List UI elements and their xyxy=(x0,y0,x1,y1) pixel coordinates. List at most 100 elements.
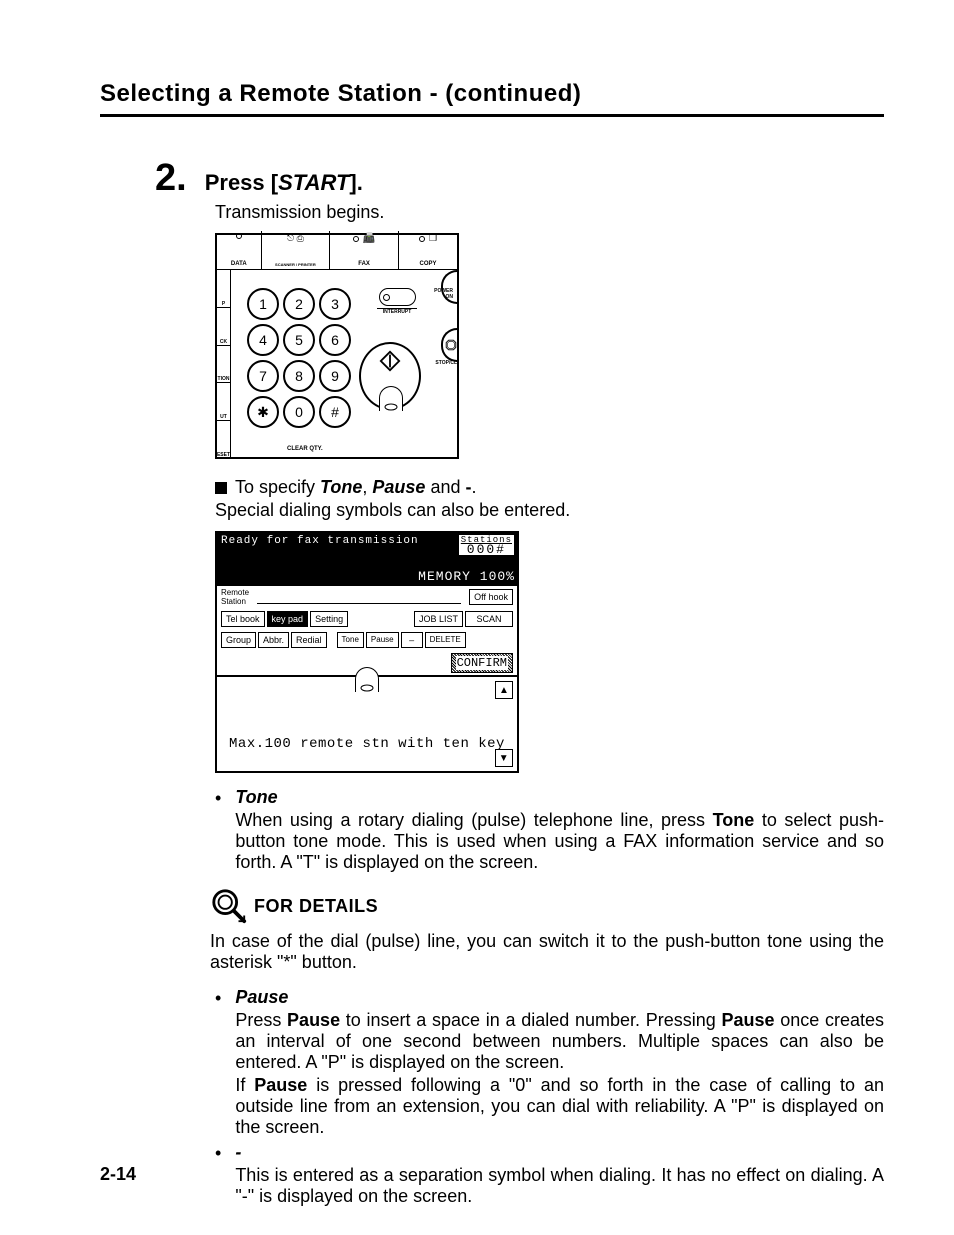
led-icon xyxy=(419,236,425,242)
start-diamond-icon xyxy=(379,350,401,372)
stop-label: STOP/CL xyxy=(435,360,457,366)
lcd-row-tabs: Tel book key pad Setting JOB LIST SCAN xyxy=(217,609,517,630)
key-6[interactable]: 6 xyxy=(319,324,351,356)
pause-bold-2: Pause xyxy=(721,1010,774,1030)
offhook-button[interactable]: Off hook xyxy=(469,589,513,605)
dash-bullet: • - This is entered as a separation symb… xyxy=(215,1142,884,1207)
key-4[interactable]: 4 xyxy=(247,324,279,356)
lcd-remote-row: RemoteStation Off hook xyxy=(217,585,517,609)
led-icon xyxy=(353,236,359,242)
instr-suffix: ]. xyxy=(349,170,362,195)
key-2[interactable]: 2 xyxy=(283,288,315,320)
tone-bold: Tone xyxy=(713,810,755,830)
t: If xyxy=(235,1075,254,1095)
abbr-button[interactable]: Abbr. xyxy=(258,632,289,648)
lcd-message-area: Max.100 remote stn with ten key ▼ xyxy=(217,717,517,771)
lcd-max-message: Max.100 remote stn with ten key xyxy=(229,736,505,752)
key-8[interactable]: 8 xyxy=(283,360,315,392)
keypad-top-row: DATA ⎋ ⎙ SCANNER / PRINTER 📠 FAX ❐ COPY xyxy=(217,235,457,270)
interrupt-button[interactable] xyxy=(379,288,416,306)
specify-prefix: To specify xyxy=(235,477,320,497)
pause-body-1: Press Pause to insert a space in a diale… xyxy=(235,1010,884,1073)
lcd-thumb-icon xyxy=(355,667,379,692)
delete-button[interactable]: DELETE xyxy=(425,632,466,648)
key-0[interactable]: 0 xyxy=(283,396,315,428)
redial-button[interactable]: Redial xyxy=(291,632,327,648)
group-button[interactable]: Group xyxy=(221,632,256,648)
comma: , xyxy=(362,477,372,497)
keypad-grid: 1 2 3 4 5 6 7 8 9 ✱ 0 # xyxy=(247,288,347,424)
lcd-ready-text: Ready for fax transmission xyxy=(221,535,419,547)
tone-word: Tone xyxy=(320,477,362,497)
interrupt-group: INTERRUPT xyxy=(377,288,417,315)
copy-label: COPY xyxy=(419,261,436,267)
scroll-up-button[interactable]: ▲ xyxy=(495,681,513,699)
key-9[interactable]: 9 xyxy=(319,360,351,392)
left-tab: ESET xyxy=(217,421,231,458)
remote-station-label: RemoteStation xyxy=(221,588,249,606)
key-hash[interactable]: # xyxy=(319,396,351,428)
section-title: Selecting a Remote Station - (continued) xyxy=(100,80,884,117)
tone-label: Tone xyxy=(235,787,277,807)
square-bullet-icon xyxy=(215,482,227,494)
lcd-row-dial-buttons: Group Abbr. Redial Tone Pause – DELETE xyxy=(217,630,517,651)
telbook-button[interactable]: Tel book xyxy=(221,611,265,627)
scanner-label: SCANNER / PRINTER xyxy=(275,262,316,267)
scroll-down-button[interactable]: ▼ xyxy=(495,749,513,767)
left-tab: P xyxy=(217,270,231,308)
pause-body-2: If Pause is pressed following a "0" and … xyxy=(235,1075,884,1138)
details-body: In case of the dial (pulse) line, you ca… xyxy=(210,931,884,973)
lcd-figure: Ready for fax transmission Stations 000#… xyxy=(215,531,519,773)
dash-body: This is entered as a separation symbol w… xyxy=(235,1165,884,1207)
clear-qty-label: CLEAR QTY. xyxy=(287,446,323,452)
remote-input-line[interactable] xyxy=(257,591,461,604)
keypad-figure: DATA ⎋ ⎙ SCANNER / PRINTER 📠 FAX ❐ COPY … xyxy=(215,233,459,459)
step-number: 2. xyxy=(155,157,187,200)
instr-prefix: Press [ xyxy=(205,170,278,195)
joblist-button[interactable]: JOB LIST xyxy=(414,611,463,627)
lcd-stations-box: Stations 000# xyxy=(458,534,515,556)
keypad-button[interactable]: key pad xyxy=(267,611,309,627)
dash-label: - xyxy=(235,1142,241,1162)
copy-icon: ❐ xyxy=(429,233,437,244)
left-tab: TION xyxy=(217,346,231,384)
left-tab: CK xyxy=(217,308,231,346)
left-tab: UT xyxy=(217,383,231,421)
scan-button[interactable]: SCAN xyxy=(465,611,513,627)
tone-body-1: When using a rotary dialing (pulse) tele… xyxy=(235,810,712,830)
pause-button[interactable]: Pause xyxy=(366,632,399,648)
bullet-dot-icon: • xyxy=(215,987,221,1138)
confirm-button[interactable]: CONFIRM xyxy=(451,653,513,673)
step-subtext: Transmission begins. xyxy=(215,202,884,223)
key-7[interactable]: 7 xyxy=(247,360,279,392)
specify-subtext: Special dialing symbols can also be ente… xyxy=(215,500,884,521)
key-star[interactable]: ✱ xyxy=(247,396,279,428)
thumb-rest-icon xyxy=(379,386,403,411)
scanner-icon: ⎋ ⎙ xyxy=(287,233,304,244)
led-icon xyxy=(236,233,242,239)
interrupt-label: INTERRUPT xyxy=(377,308,417,315)
setting-button[interactable]: Setting xyxy=(310,611,348,627)
magnifier-icon xyxy=(210,887,248,925)
stop-clear-button[interactable] xyxy=(441,328,459,362)
fax-label: FAX xyxy=(358,261,370,267)
key-1[interactable]: 1 xyxy=(247,288,279,320)
data-label: DATA xyxy=(231,261,247,267)
lcd-mid-area: ▲ xyxy=(217,675,517,717)
instr-start: Start xyxy=(278,170,349,195)
pause-label: Pause xyxy=(235,987,288,1007)
period: . xyxy=(471,477,476,497)
and-word: and xyxy=(425,477,465,497)
pause-bold-3: Pause xyxy=(254,1075,307,1095)
pause-word: Pause xyxy=(372,477,425,497)
tone-body: When using a rotary dialing (pulse) tele… xyxy=(235,810,884,873)
stations-count: 000# xyxy=(461,545,512,555)
key-3[interactable]: 3 xyxy=(319,288,351,320)
tone-button[interactable]: Tone xyxy=(337,632,364,648)
key-5[interactable]: 5 xyxy=(283,324,315,356)
lcd-top-black: Ready for fax transmission Stations 000#… xyxy=(217,533,517,585)
page-number: 2-14 xyxy=(100,1164,136,1185)
dash-button[interactable]: – xyxy=(401,632,423,648)
bullet-dot-icon: • xyxy=(215,1142,221,1207)
keypad-left-tabs: P CK TION UT ESET xyxy=(217,270,231,458)
